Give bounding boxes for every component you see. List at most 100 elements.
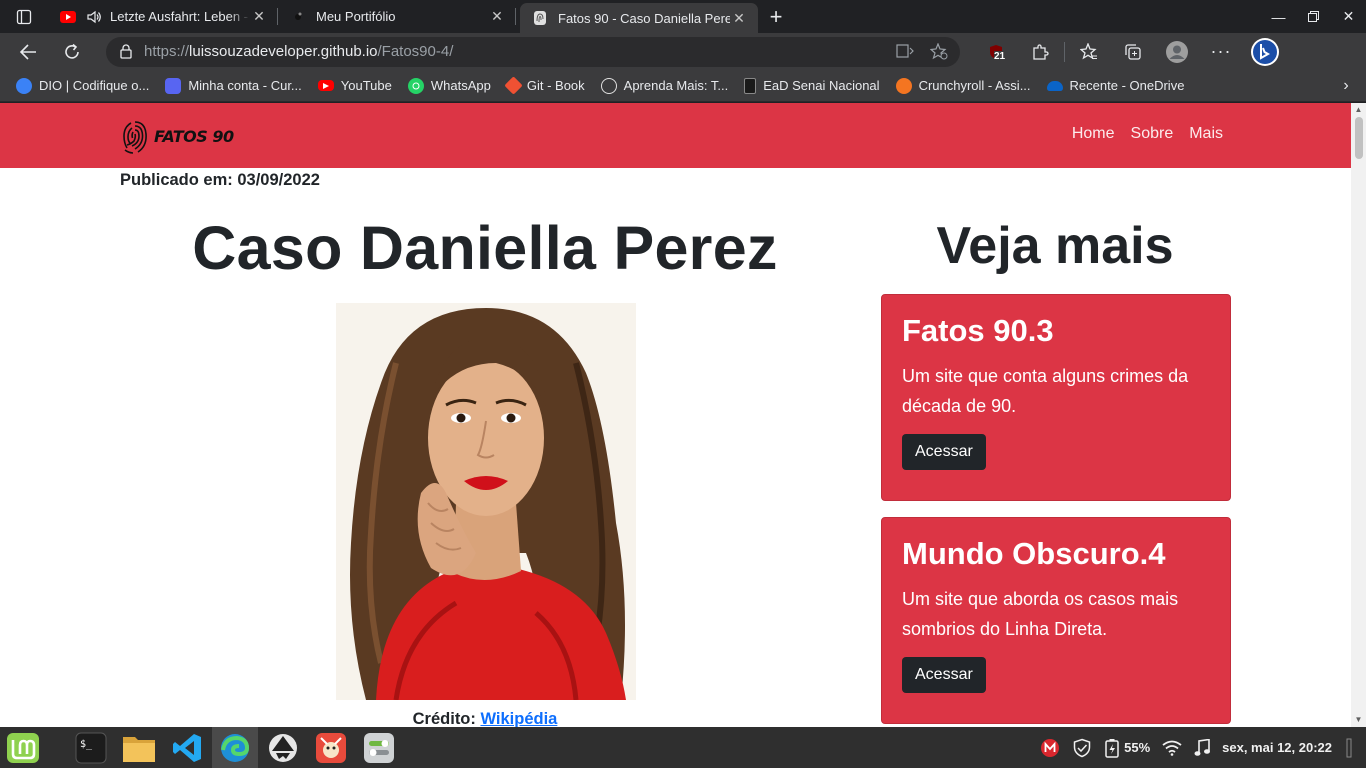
mint-menu-button[interactable]	[0, 727, 46, 768]
maximize-icon[interactable]	[1296, 0, 1331, 33]
mega-icon[interactable]	[1040, 738, 1060, 758]
window-controls: — ✕	[1261, 0, 1366, 33]
bookmark-label: Crunchyroll - Assi...	[918, 78, 1031, 93]
nav-link-sobre[interactable]: Sobre	[1131, 125, 1174, 143]
edge-button[interactable]	[212, 727, 258, 768]
favorites-star-icon	[1080, 43, 1097, 60]
bookmark-label: Aprenda Mais: T...	[623, 78, 729, 93]
card-access-button[interactable]: Acessar	[902, 434, 986, 470]
settings-app-button[interactable]	[356, 727, 402, 768]
url-host: luissouzadeveloper.github.io	[189, 43, 378, 60]
address-bar[interactable]: https://luissouzadeveloper.github.io/Fat…	[106, 36, 960, 67]
credit-label: Crédito:	[412, 710, 476, 727]
site-navbar: FATOS 90 Home Sobre Mais	[0, 103, 1351, 168]
tab-fatos90[interactable]: Fatos 90 - Caso Daniella Perez ✕	[520, 3, 758, 33]
bookmark-youtube[interactable]: YouTube	[310, 72, 400, 100]
music-note-icon[interactable]	[1194, 738, 1211, 757]
extensions-button[interactable]	[1018, 33, 1062, 70]
bookmark-discord[interactable]: Minha conta - Cur...	[157, 72, 309, 100]
bookmark-label: Minha conta - Cur...	[188, 78, 302, 93]
globe-icon	[600, 77, 617, 94]
edge-icon	[221, 733, 250, 762]
speaker-icon[interactable]	[86, 9, 102, 25]
shield-icon[interactable]	[1072, 738, 1092, 758]
close-window-icon[interactable]: ✕	[1331, 0, 1366, 33]
files-button[interactable]	[116, 727, 162, 768]
article-title: Caso Daniella Perez	[192, 214, 778, 282]
show-desktop-icon[interactable]	[1344, 738, 1354, 758]
bookmark-git[interactable]: Git - Book	[499, 72, 593, 100]
nav-link-home[interactable]: Home	[1072, 125, 1115, 143]
lock-icon[interactable]	[120, 44, 132, 59]
bookmark-label: WhatsApp	[430, 78, 491, 93]
published-date: Publicado em: 03/09/2022	[120, 171, 320, 189]
inkscape-icon	[269, 733, 297, 762]
extension-badge: 21	[994, 51, 1006, 62]
scroll-down-arrow-icon[interactable]: ▼	[1354, 715, 1363, 724]
page-scrollbar[interactable]: ▲ ▼	[1351, 103, 1366, 727]
tab-actions-button[interactable]	[0, 0, 48, 33]
bing-icon	[1251, 37, 1279, 66]
credit-link[interactable]: Wikipédia	[480, 710, 557, 727]
vscode-button[interactable]	[164, 727, 210, 768]
card-text: Um site que aborda os casos mais sombrio…	[902, 589, 1179, 639]
url-path: /Fatos90-4/	[377, 43, 454, 60]
scrollbar-thumb[interactable]	[1355, 117, 1363, 159]
tab-title: Letzte Ausfahrt: Leben - Y	[110, 9, 250, 24]
onedrive-icon	[1046, 80, 1063, 91]
refresh-button[interactable]	[50, 33, 94, 70]
card-text: Um site que conta alguns crimes da décad…	[902, 366, 1189, 416]
bookmark-crunchyroll[interactable]: Crunchyroll - Assi...	[888, 72, 1039, 100]
favorites-button[interactable]	[1067, 33, 1111, 70]
bookmark-onedrive[interactable]: Recente - OneDrive	[1039, 72, 1193, 100]
terminal-button[interactable]: $_	[68, 727, 114, 768]
card-access-button[interactable]: Acessar	[902, 657, 986, 693]
bookmark-aprenda[interactable]: Aprenda Mais: T...	[593, 72, 737, 100]
collections-button[interactable]	[1111, 33, 1155, 70]
tab-title: Meu Portifólio	[316, 9, 396, 24]
more-dots-icon: ···	[1210, 41, 1232, 61]
bookmark-label: DIO | Codifique o...	[39, 78, 150, 93]
close-tab-icon[interactable]: ✕	[488, 8, 506, 25]
battery-indicator[interactable]: 55%	[1104, 738, 1150, 758]
bookmarks-overflow-chevron-icon[interactable]: ›	[1326, 77, 1366, 95]
site-nav: Home Sobre Mais	[1072, 125, 1223, 143]
settings-menu-button[interactable]: ···	[1199, 33, 1243, 70]
fingerprint-logo-icon	[123, 121, 147, 154]
battery-charging-icon	[1105, 738, 1119, 758]
wifi-icon[interactable]	[1162, 740, 1182, 756]
scroll-up-arrow-icon[interactable]: ▲	[1354, 105, 1363, 114]
inkscape-button[interactable]	[260, 727, 306, 768]
ublock-extension-button[interactable]: 21	[974, 33, 1018, 70]
close-tab-icon[interactable]: ✕	[250, 8, 268, 25]
gimp-button[interactable]	[308, 727, 354, 768]
dio-icon	[16, 77, 32, 94]
minimize-icon[interactable]: —	[1261, 0, 1296, 33]
bookmark-whatsapp[interactable]: WhatsApp	[400, 72, 499, 100]
profile-avatar-icon	[1166, 40, 1188, 63]
bing-chat-button[interactable]	[1243, 33, 1287, 70]
back-button[interactable]	[6, 33, 50, 70]
brand-name: FATOS 90	[154, 126, 234, 146]
toolbar-separator	[1064, 41, 1065, 62]
collections-icon	[1125, 43, 1141, 60]
reader-mode-icon[interactable]	[896, 43, 914, 59]
add-favorite-icon[interactable]	[930, 43, 948, 60]
bookmark-label: Recente - OneDrive	[1069, 78, 1185, 93]
tab-portfolio[interactable]: Meu Portifólio ✕	[278, 0, 516, 33]
nav-link-mais[interactable]: Mais	[1189, 125, 1223, 143]
tab-youtube[interactable]: Letzte Ausfahrt: Leben - Y ✕	[48, 0, 278, 33]
bookmark-label: EaD Senai Nacional	[763, 78, 880, 93]
close-tab-icon[interactable]: ✕	[730, 10, 748, 27]
system-clock[interactable]: sex, mai 12, 20:22	[1222, 740, 1332, 755]
whatsapp-icon	[407, 77, 424, 94]
tab-title: Fatos 90 - Caso Daniella Perez	[558, 10, 730, 26]
files-icon	[123, 736, 155, 762]
bookmark-dio[interactable]: DIO | Codifique o...	[8, 72, 157, 100]
site-logo[interactable]: FATOS 90	[120, 116, 234, 156]
bookmark-senai[interactable]: EaD Senai Nacional	[736, 72, 887, 100]
puzzle-icon	[1033, 43, 1049, 60]
new-tab-button[interactable]: +	[758, 0, 794, 33]
mint-menu-icon	[7, 732, 39, 763]
profile-button[interactable]	[1155, 33, 1199, 70]
